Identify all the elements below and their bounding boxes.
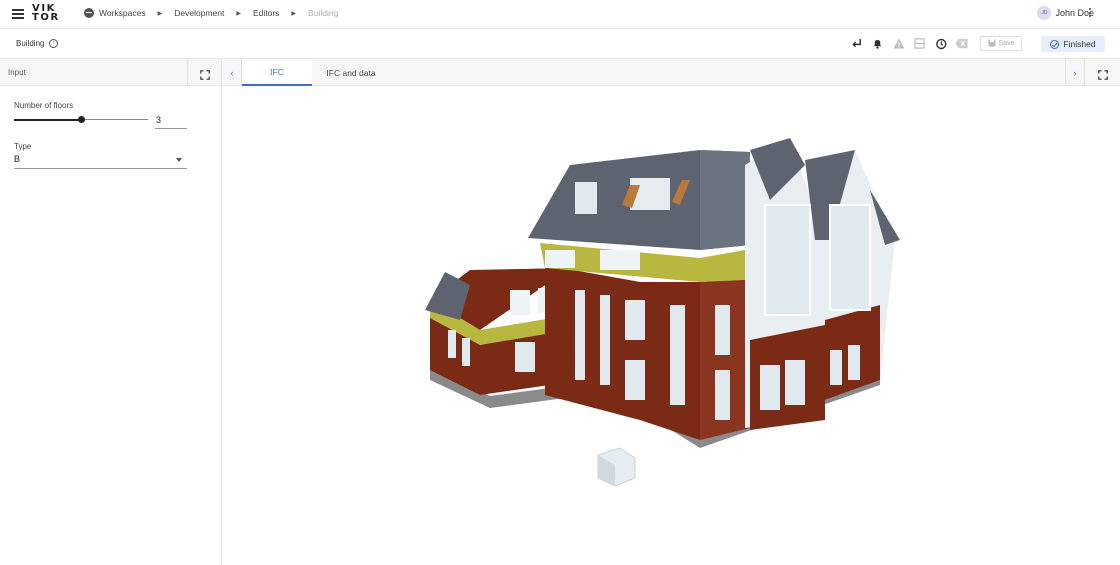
breadcrumb-editors[interactable]: Editors [253, 8, 279, 18]
user-menu[interactable]: JD John Doe [1037, 6, 1094, 20]
entity-title: Building i [16, 39, 59, 48]
breadcrumb-label: Development [174, 8, 225, 18]
breadcrumb-label: Workspaces [99, 8, 146, 18]
check-circle-icon [1050, 39, 1060, 49]
history-icon[interactable] [934, 37, 947, 50]
tab-scroll-right-button[interactable]: › [1066, 59, 1084, 86]
breadcrumb-development[interactable]: Development [174, 8, 224, 18]
breadcrumb-building: Building [308, 8, 338, 18]
save-icon [988, 39, 996, 49]
top-bar: VIK TOR Workspaces ▶ Development ▶ Editor… [0, 0, 1120, 29]
floors-slider[interactable] [14, 116, 148, 123]
tab-scroll-left-button[interactable]: ‹ [223, 59, 241, 86]
breadcrumb-workspaces[interactable]: Workspaces [84, 8, 146, 18]
tab-label: IFC and data [326, 67, 376, 78]
clear-icon[interactable] [955, 37, 968, 50]
fullscreen-icon[interactable] [1098, 67, 1108, 80]
divider [1084, 59, 1085, 86]
viktor-logo[interactable]: VIK TOR [32, 4, 60, 23]
more-vert-icon[interactable] [1089, 8, 1092, 19]
floors-input[interactable] [155, 111, 187, 129]
fullscreen-icon[interactable] [200, 67, 210, 80]
tab-ifc-and-data[interactable]: IFC and data [312, 59, 390, 86]
caret-right-icon: ▶ [236, 10, 241, 17]
input-panel-header: Input [0, 58, 221, 86]
caret-right-icon: ▶ [291, 10, 297, 17]
breadcrumb: Workspaces ▶ Development ▶ Editors ▶ Bui… [84, 8, 338, 18]
page-title: Building [16, 39, 45, 48]
toolbar-icons [850, 37, 968, 50]
status-badge: Finished [1041, 36, 1105, 52]
avatar: JD [1037, 6, 1052, 20]
breadcrumb-label: Building [308, 8, 339, 18]
chevron-right-icon: › [1073, 67, 1077, 78]
type-label: Type [14, 142, 32, 151]
ifc-3d-viewer[interactable] [223, 87, 1120, 565]
info-icon[interactable]: i [49, 39, 59, 48]
divider [187, 59, 188, 86]
type-select[interactable]: B [14, 152, 187, 169]
floors-label: Number of floors [14, 101, 74, 110]
type-value: B [14, 154, 21, 164]
globe-icon [84, 8, 94, 18]
building-model[interactable] [223, 87, 1120, 565]
save-button[interactable]: Save [980, 36, 1022, 51]
view-tabs: ‹ IFC IFC and data › [223, 58, 1120, 86]
chevron-down-icon [176, 158, 182, 162]
input-panel-title: Input [8, 68, 26, 77]
chevron-left-icon: ‹ [230, 67, 234, 78]
slider-fill [14, 118, 81, 121]
caret-right-icon: ▶ [157, 10, 163, 17]
input-panel: Input [0, 58, 222, 565]
status-label: Finished [1063, 39, 1096, 49]
tab-ifc[interactable]: IFC [242, 59, 312, 86]
entity-toolbar: Building i Save Finished [0, 30, 1120, 57]
enter-icon[interactable] [850, 37, 863, 50]
tab-label: IFC [270, 66, 284, 77]
save-label: Save [998, 40, 1015, 47]
warning-icon[interactable] [892, 37, 905, 50]
layout-icon[interactable] [913, 37, 926, 50]
menu-icon[interactable] [12, 9, 24, 19]
slider-thumb[interactable] [78, 116, 85, 123]
bell-icon[interactable] [871, 37, 884, 50]
breadcrumb-label: Editors [252, 8, 280, 18]
